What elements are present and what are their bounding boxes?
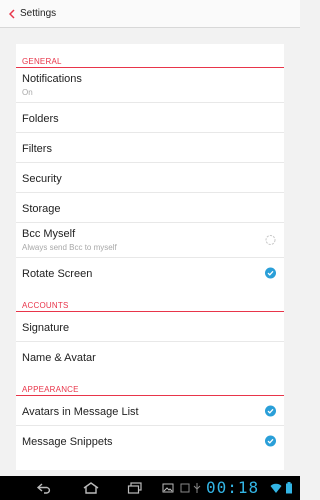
setting-label: Filters	[22, 143, 52, 155]
screenshot-button[interactable]	[160, 476, 176, 500]
setting-name-avatar[interactable]: Name & Avatar	[16, 342, 284, 372]
image-icon	[162, 483, 174, 493]
snippets-checkbox[interactable]	[265, 435, 276, 447]
setting-label: Signature	[22, 322, 70, 334]
check-circle-icon	[265, 405, 276, 416]
settings-list: GENERAL Notifications On Folders Filters…	[16, 44, 284, 470]
unchecked-circle-icon	[265, 235, 276, 245]
system-nav-bar: 00:18	[0, 476, 300, 500]
setting-label: Rotate Screen	[22, 268, 93, 280]
section-general-header: GENERAL	[16, 44, 284, 68]
home-nav-button[interactable]	[80, 476, 102, 500]
recents-nav-button[interactable]	[124, 476, 146, 500]
setting-label: Storage	[22, 203, 61, 215]
setting-label: Folders	[22, 113, 59, 125]
setting-rotate-screen[interactable]: Rotate Screen	[16, 258, 284, 288]
chevron-left-icon	[9, 8, 15, 19]
setting-summary: Always send Bcc to myself	[22, 243, 117, 252]
section-appearance-header: APPEARANCE	[16, 372, 284, 396]
rotate-screen-checkbox[interactable]	[265, 267, 276, 279]
status-icon	[180, 483, 190, 493]
section-label: APPEARANCE	[22, 385, 79, 394]
recent-apps-icon	[127, 482, 142, 494]
back-button[interactable]	[4, 0, 20, 28]
setting-label: Notifications	[22, 73, 82, 85]
battery-icon	[286, 482, 292, 494]
back-arrow-icon	[36, 483, 51, 494]
section-accounts-header: ACCOUNTS	[16, 288, 284, 312]
action-bar: Settings	[0, 0, 300, 28]
setting-message-snippets[interactable]: Message Snippets	[16, 426, 284, 456]
back-nav-button[interactable]	[34, 476, 56, 500]
setting-notifications[interactable]: Notifications On	[16, 68, 284, 103]
page-title: Settings	[20, 8, 57, 19]
setting-summary: On	[22, 88, 33, 97]
setting-security[interactable]: Security	[16, 163, 284, 193]
check-circle-icon	[265, 267, 276, 279]
setting-label: Security	[22, 173, 62, 185]
setting-label: Message Snippets	[22, 436, 113, 448]
bcc-myself-checkbox[interactable]	[265, 235, 276, 246]
usb-icon	[193, 483, 201, 493]
system-clock: 00:18	[206, 478, 260, 497]
setting-label: Avatars in Message List	[22, 406, 139, 418]
home-icon	[83, 482, 99, 494]
check-circle-icon	[265, 435, 276, 447]
setting-signature[interactable]: Signature	[16, 312, 284, 342]
section-label: GENERAL	[22, 57, 62, 66]
setting-filters[interactable]: Filters	[16, 133, 284, 163]
setting-folders[interactable]: Folders	[16, 103, 284, 133]
avatars-checkbox[interactable]	[265, 405, 276, 416]
setting-avatars-in-list[interactable]: Avatars in Message List	[16, 396, 284, 426]
setting-label: Name & Avatar	[22, 352, 96, 364]
wifi-icon	[270, 483, 282, 493]
setting-label: Bcc Myself	[22, 228, 76, 240]
setting-storage[interactable]: Storage	[16, 193, 284, 223]
section-label: ACCOUNTS	[22, 301, 69, 310]
setting-bcc-myself[interactable]: Bcc Myself Always send Bcc to myself	[16, 223, 284, 258]
